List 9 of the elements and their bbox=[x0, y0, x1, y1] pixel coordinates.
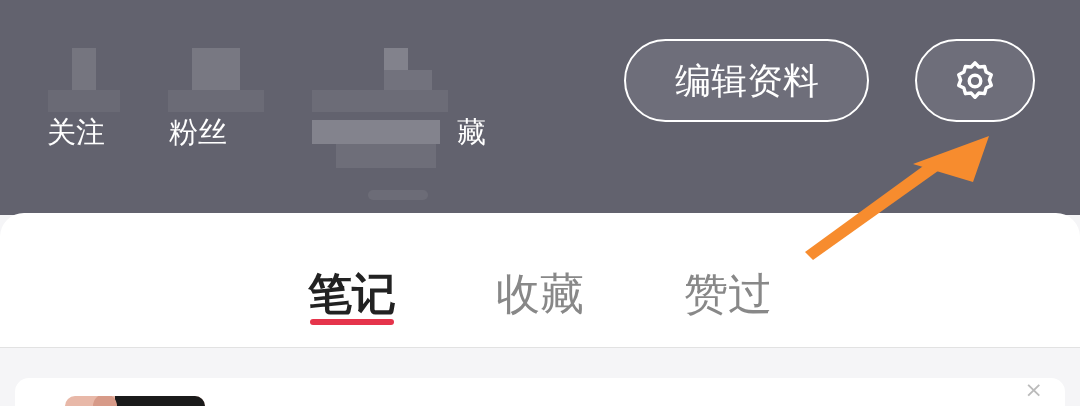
tab[interactable]: 笔记 bbox=[308, 263, 396, 325]
stat-label: 关注 bbox=[47, 118, 105, 147]
tab[interactable]: 赞过 bbox=[684, 263, 772, 325]
stat-label: 粉丝 bbox=[169, 118, 227, 147]
tab[interactable]: 收藏 bbox=[496, 263, 584, 325]
close-icon[interactable]: × bbox=[1024, 379, 1043, 401]
stat-label: 藏 bbox=[457, 118, 486, 147]
edit-profile-button[interactable]: 编辑资料 bbox=[624, 39, 869, 122]
note-card[interactable]: × bbox=[15, 378, 1065, 406]
